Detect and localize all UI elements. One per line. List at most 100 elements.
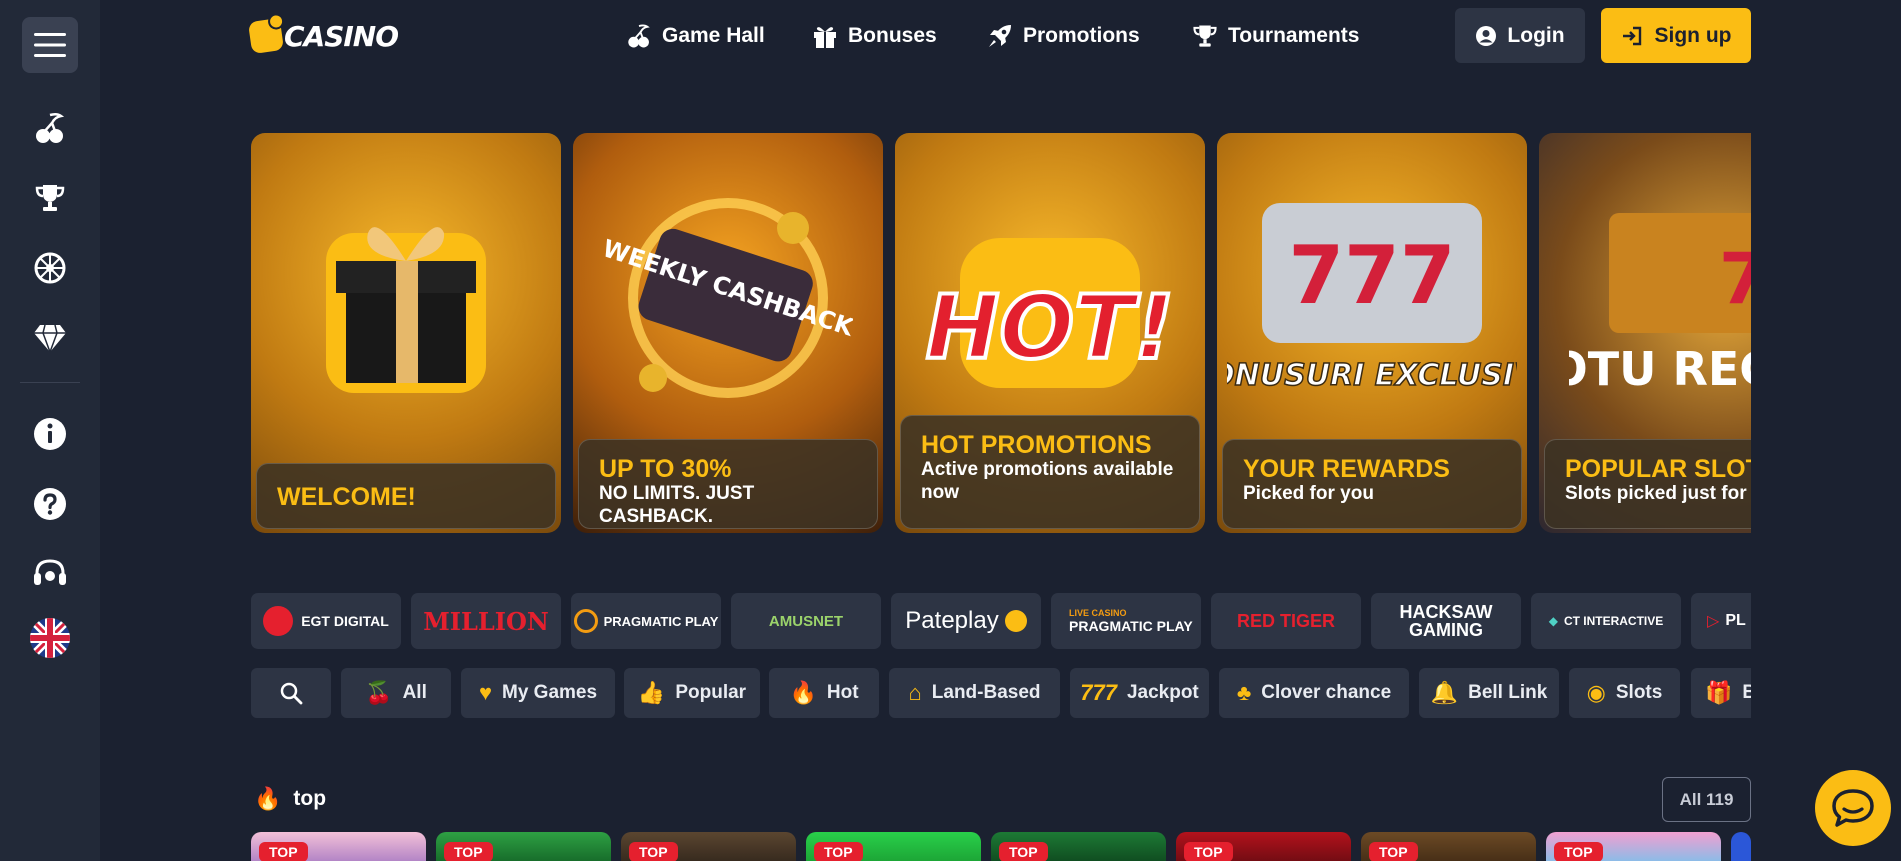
provider-egt-digital[interactable]: EGT DIGITAL [251,593,401,649]
provider-label: Pateplay [905,607,999,634]
category-label: Land-Based [931,682,1041,703]
provider-pragmatic-play[interactable]: PRAGMATIC PLAY [571,593,721,649]
promo-title: POPULAR SLOT [1565,455,1751,483]
trophy-icon [1193,25,1217,47]
promo-caption: POPULAR SLOT Slots picked just for y [1544,439,1751,529]
top-badge: TOP [999,842,1048,861]
flag-uk-icon [30,618,70,658]
provider-amusnet[interactable]: AMUSNET [731,593,881,649]
sidebar-diamond-icon[interactable] [30,318,70,358]
bell-icon: 🔔 [1430,680,1459,705]
category-label: Hot [826,682,859,703]
category-land-based[interactable]: ⌂ Land-Based [889,668,1060,718]
game-tile[interactable]: TOP [1361,832,1536,861]
game-tile[interactable] [1731,832,1751,861]
sidebar-wheel-icon[interactable] [30,248,70,288]
category-all[interactable]: 🍒 All [341,668,451,718]
promo-caption: UP TO 30% NO LIMITS. JUST CASHBACK. [578,439,878,529]
provider-million[interactable]: MILLION [411,593,561,649]
game-tile[interactable]: TOP [436,832,611,861]
login-label: Login [1507,23,1565,47]
promo-card-cashback[interactable]: WEEKLY CASHBACK UP TO 30% NO LIMITS. JUS… [573,133,883,533]
heart-icon: ♥ [478,680,492,705]
search-button[interactable] [251,668,331,718]
game-tile[interactable]: TOP [621,832,796,861]
menu-icon [34,33,66,57]
view-all-button[interactable]: All 119 [1662,777,1751,822]
rocket-icon [989,25,1011,47]
provider-pragmatic-live[interactable]: LIVE CASINO PRAGMATIC PLAY [1051,593,1201,649]
sidebar-cherry-icon[interactable] [30,108,70,148]
promo-card-popular-slots[interactable]: 777 SLOTU RECOMAND POPULAR SLOT Slots pi… [1539,133,1751,533]
gift-icon: 🎁 [1705,680,1733,705]
signup-button[interactable]: Sign up [1601,8,1751,63]
promo-title: HOT PROMOTIONS [921,431,1152,459]
provider-hacksaw[interactable]: HACKSAW GAMING [1371,593,1521,649]
slot-777-art: 777 BONUSURI EXCLUSIVE [1217,133,1527,443]
category-jackpot[interactable]: 777 Jackpot [1070,668,1209,718]
clover-icon: ♣ [1236,680,1252,705]
game-tile[interactable]: TOP [1546,832,1721,861]
category-label: Popular [675,682,747,703]
nav-label: Bonuses [848,24,937,47]
diamond-icon [34,324,66,353]
category-bell-link[interactable]: 🔔 Bell Link [1419,668,1559,718]
category-clover-chance[interactable]: ♣ Clover chance [1219,668,1409,718]
logo-mark-icon [247,17,285,55]
nav-promotions[interactable]: Promotions [987,14,1140,58]
game-tile[interactable]: TOP [251,832,426,861]
sidebar-info-icon[interactable] [30,414,70,454]
promo-card-hot[interactable]: HOT! HOT PROMOTIONS Active promotions av… [895,133,1205,533]
support-icon [34,559,66,585]
nav-bonuses[interactable]: Bonuses [812,14,937,58]
language-selector[interactable] [30,618,70,658]
sidebar-support-icon[interactable] [30,554,70,594]
category-partial[interactable]: 🎁 B [1691,668,1751,718]
chat-button[interactable] [1815,770,1891,846]
game-tile[interactable]: TOP [991,832,1166,861]
games-row: TOP TOP TOP TOP TOP TOP TOP TOP [251,832,1751,861]
provider-partial[interactable]: ▷ PL [1691,593,1751,649]
provider-ct-interactive[interactable]: ◆ CT INTERACTIVE [1531,593,1681,649]
category-hot[interactable]: 🔥 Hot [769,668,879,718]
sidebar-divider [20,382,80,383]
promo-title: UP TO 30% [599,455,732,483]
fire-icon: 🔥 [789,680,817,705]
provider-label: AMUSNET [768,612,844,630]
top-badge: TOP [259,842,308,861]
rewards-art-text: BONUSURI EXCLUSIVE [1227,358,1517,393]
top-badge: TOP [444,842,493,861]
category-slots[interactable]: ◉ Slots [1569,668,1680,718]
provider-label: PRAGMATIC PLAY [603,613,719,629]
cherry-icon: 🍒 [365,680,393,705]
trophy-icon [35,185,65,211]
nav-tournaments[interactable]: Tournaments [1192,14,1359,58]
promo-subtitle: Active promotions available now [921,459,1174,503]
sidebar [0,0,100,861]
nav-game-hall[interactable]: Game Hall [626,14,765,58]
promo-caption: HOT PROMOTIONS Active promotions availab… [900,415,1200,529]
category-popular[interactable]: 👍 Popular [624,668,760,718]
promo-card-rewards[interactable]: 777 BONUSURI EXCLUSIVE YOUR REWARDS Pick… [1217,133,1527,533]
category-label: My Games [502,682,598,703]
section-title: top [293,787,327,810]
game-tile[interactable]: TOP [806,832,981,861]
provider-pateplay[interactable]: Pateplay [891,593,1041,649]
sidebar-trophy-icon[interactable] [30,178,70,218]
game-tile[interactable]: TOP [1176,832,1351,861]
promo-card-welcome[interactable]: WELCOME! [251,133,561,533]
menu-button[interactable] [22,17,78,73]
promo-carousel: WELCOME! WEEKLY CASHBACK UP TO 30% NO LI… [251,133,1751,533]
login-button[interactable]: Login [1455,8,1585,63]
provider-red-tiger[interactable]: RED TIGER [1211,593,1361,649]
logo[interactable]: CASINO [247,14,399,58]
top-badge: TOP [629,842,678,861]
top-badge: TOP [1554,842,1603,861]
top-badge: TOP [1369,842,1418,861]
hot-text: HOT! [926,276,1175,379]
sidebar-help-icon[interactable] [30,484,70,524]
wallet-cashback-art: WEEKLY CASHBACK [573,133,883,443]
category-my-games[interactable]: ♥ My Games [461,668,615,718]
pragmatic-logo-icon [573,609,598,633]
gift-box-art [251,133,561,443]
